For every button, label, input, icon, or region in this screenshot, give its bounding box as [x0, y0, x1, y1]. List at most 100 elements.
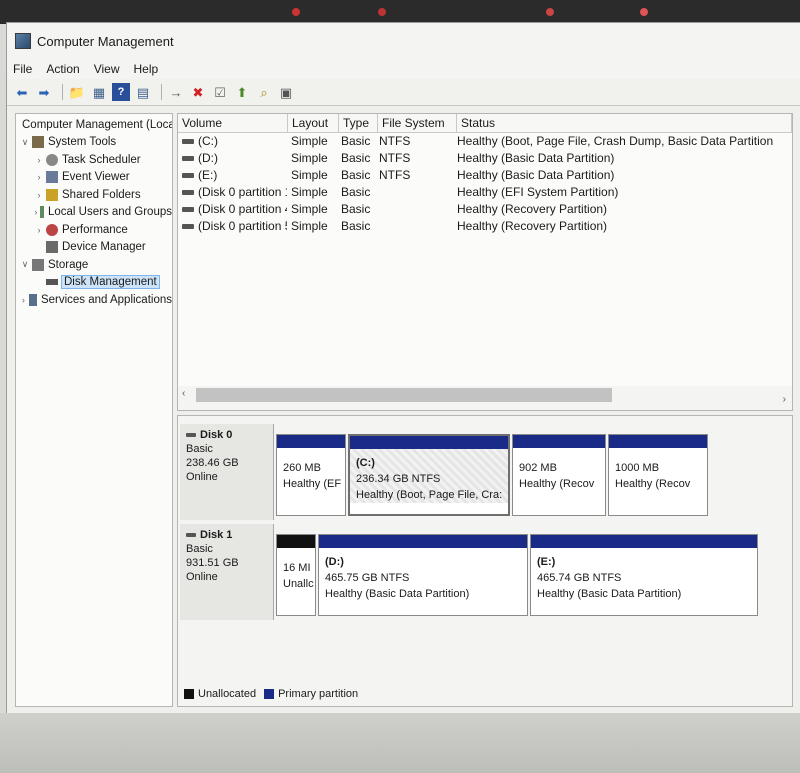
- table-row[interactable]: (D:) Simple Basic NTFS Healthy (Basic Data P…: [178, 150, 792, 167]
- view-icon[interactable]: ▣: [277, 83, 295, 101]
- expand-icon[interactable]: ›: [34, 225, 44, 235]
- status-cell: Healthy (Recovery Partition): [457, 219, 608, 233]
- legend-primary: Primary partition: [278, 688, 359, 700]
- main-area: Computer Management (Local) ∨ System Too…: [15, 113, 793, 707]
- partition-block[interactable]: 260 MB Healthy (EF: [276, 434, 346, 516]
- partition-size: 465.74 GB NTFS: [537, 572, 622, 584]
- partition-text: 16 MI Unallc: [277, 548, 315, 592]
- volume-name: (Disk 0 partition 1): [198, 185, 287, 199]
- disk-row: Disk 0 Basic 238.46 GB Online 260 MB Healthy …: [178, 424, 792, 520]
- collapse-icon[interactable]: ∨: [20, 137, 30, 148]
- device-manager-icon: [46, 241, 58, 254]
- tray-icon: [292, 8, 300, 16]
- scrollbar-thumb[interactable]: [196, 388, 612, 402]
- type-cell: Basic: [341, 185, 371, 199]
- partition-text: (E:) 465.74 GB NTFS Healthy (Basic Data Pa…: [531, 548, 757, 602]
- scroll-left-icon[interactable]: ‹: [182, 388, 185, 399]
- partition-block[interactable]: (C:) 236.34 GB NTFS Healthy (Boot, Page Fi…: [348, 434, 510, 516]
- column-header-volume[interactable]: Volume: [178, 114, 288, 132]
- table-row[interactable]: (Disk 0 partition 4) Simple Basic Healthy (…: [178, 201, 792, 218]
- expand-icon[interactable]: ›: [34, 207, 38, 217]
- expand-icon[interactable]: ›: [34, 172, 44, 182]
- volume-cell: (D:): [178, 150, 287, 167]
- delete-icon[interactable]: ✖: [189, 83, 207, 101]
- expand-icon[interactable]: ›: [34, 155, 44, 165]
- help-icon[interactable]: ?: [112, 83, 130, 101]
- tree-node-root[interactable]: Computer Management (Local): [16, 116, 172, 134]
- tree-node-storage[interactable]: ∨ Storage: [16, 256, 172, 274]
- unallocated-swatch: [184, 689, 194, 699]
- file-system-cell: NTFS: [379, 151, 411, 165]
- tray-icon: [378, 8, 386, 16]
- disk-name: Disk 1: [186, 528, 267, 542]
- status-cell: Healthy (Boot, Page File, Crash Dump, Ba…: [457, 134, 774, 148]
- show-hide-tree-icon[interactable]: ▦: [90, 83, 108, 101]
- scroll-right-icon[interactable]: ›: [783, 394, 786, 405]
- menu-view[interactable]: View: [94, 62, 120, 76]
- menu-file[interactable]: File: [13, 62, 32, 76]
- drive-icon: [182, 173, 194, 179]
- column-header-status[interactable]: Status: [457, 114, 792, 132]
- status-cell: Healthy (Basic Data Partition): [457, 151, 615, 165]
- table-row[interactable]: (E:) Simple Basic NTFS Healthy (Basic Data P…: [178, 167, 792, 184]
- column-header-type[interactable]: Type: [339, 114, 378, 132]
- partition-type-bar: [319, 535, 527, 548]
- back-icon[interactable]: ⬅: [13, 83, 31, 101]
- volume-cell: (Disk 0 partition 5): [178, 218, 287, 235]
- export-icon[interactable]: ☑: [211, 83, 229, 101]
- up-folder-icon[interactable]: 📁: [68, 83, 86, 101]
- partition-block[interactable]: 1000 MB Healthy (Recov: [608, 434, 708, 516]
- volume-name: (D:): [198, 151, 218, 165]
- partition-block[interactable]: 902 MB Healthy (Recov: [512, 434, 606, 516]
- partition-block[interactable]: (D:) 465.75 GB NTFS Healthy (Basic Data Pa…: [318, 534, 528, 616]
- table-row[interactable]: (Disk 0 partition 1) Simple Basic Healthy (…: [178, 184, 792, 201]
- forward-icon[interactable]: ➡: [35, 83, 53, 101]
- horizontal-scrollbar[interactable]: ‹ ›: [178, 386, 792, 410]
- column-header-file-system[interactable]: File System: [378, 114, 457, 132]
- tree-node-device-manager[interactable]: Device Manager: [16, 239, 172, 257]
- menu-help[interactable]: Help: [134, 62, 159, 76]
- table-row[interactable]: (C:) Simple Basic NTFS Healthy (Boot, Page F…: [178, 133, 792, 150]
- layout-cell: Simple: [291, 151, 328, 165]
- table-row[interactable]: (Disk 0 partition 5) Simple Basic Healthy (…: [178, 218, 792, 235]
- file-system-cell: [375, 201, 453, 218]
- drive-icon: [182, 207, 194, 213]
- search-icon[interactable]: ⌕: [255, 83, 273, 101]
- expand-icon[interactable]: ›: [20, 295, 27, 305]
- drive-icon: [182, 224, 194, 230]
- connect-icon[interactable]: →: [167, 83, 185, 101]
- partition-text: (D:) 465.75 GB NTFS Healthy (Basic Data Pa…: [319, 548, 527, 602]
- disk-row: Disk 1 Basic 931.51 GB Online 16 MI Unallc (D:…: [178, 524, 792, 620]
- volume-cell: (Disk 0 partition 1): [178, 184, 287, 201]
- properties-icon[interactable]: ▤: [134, 83, 152, 101]
- users-icon: [39, 206, 44, 219]
- partition-block[interactable]: (E:) 465.74 GB NTFS Healthy (Basic Data Pa…: [530, 534, 758, 616]
- tree-node-performance[interactable]: › Performance: [16, 221, 172, 239]
- tree-node-services[interactable]: › Services and Applications: [16, 291, 172, 309]
- monitor-bezel: [0, 713, 800, 773]
- tree-node-system-tools[interactable]: ∨ System Tools: [16, 134, 172, 152]
- tree-node-event-viewer[interactable]: › Event Viewer: [16, 169, 172, 187]
- tree-node-task-scheduler[interactable]: › Task Scheduler: [16, 151, 172, 169]
- type-cell: Basic: [341, 151, 371, 165]
- performance-icon: [46, 223, 58, 236]
- expand-icon[interactable]: ›: [34, 190, 44, 200]
- disk-info[interactable]: Disk 0 Basic 238.46 GB Online: [180, 424, 274, 520]
- partition-text: 902 MB Healthy (Recov: [513, 448, 605, 492]
- disk-info[interactable]: Disk 1 Basic 931.51 GB Online: [180, 524, 274, 620]
- menu-action[interactable]: Action: [46, 62, 79, 76]
- collapse-icon[interactable]: ∨: [20, 259, 30, 270]
- drive-icon: [182, 156, 194, 162]
- tree-node-disk-management[interactable]: Disk Management: [16, 274, 172, 292]
- volume-cell: (E:): [178, 167, 287, 184]
- disk-type: Basic: [186, 443, 213, 455]
- partition-type-bar: [277, 535, 315, 548]
- tree-node-local-users[interactable]: › Local Users and Groups: [16, 204, 172, 222]
- tree-node-shared-folders[interactable]: › Shared Folders: [16, 186, 172, 204]
- volume-name: (C:): [198, 134, 218, 148]
- drive-icon: [182, 190, 194, 196]
- partition-size: 465.75 GB NTFS: [325, 572, 410, 584]
- partition-block[interactable]: 16 MI Unallc: [276, 534, 316, 616]
- column-header-layout[interactable]: Layout: [288, 114, 339, 132]
- rescan-icon[interactable]: ⬆: [233, 83, 251, 101]
